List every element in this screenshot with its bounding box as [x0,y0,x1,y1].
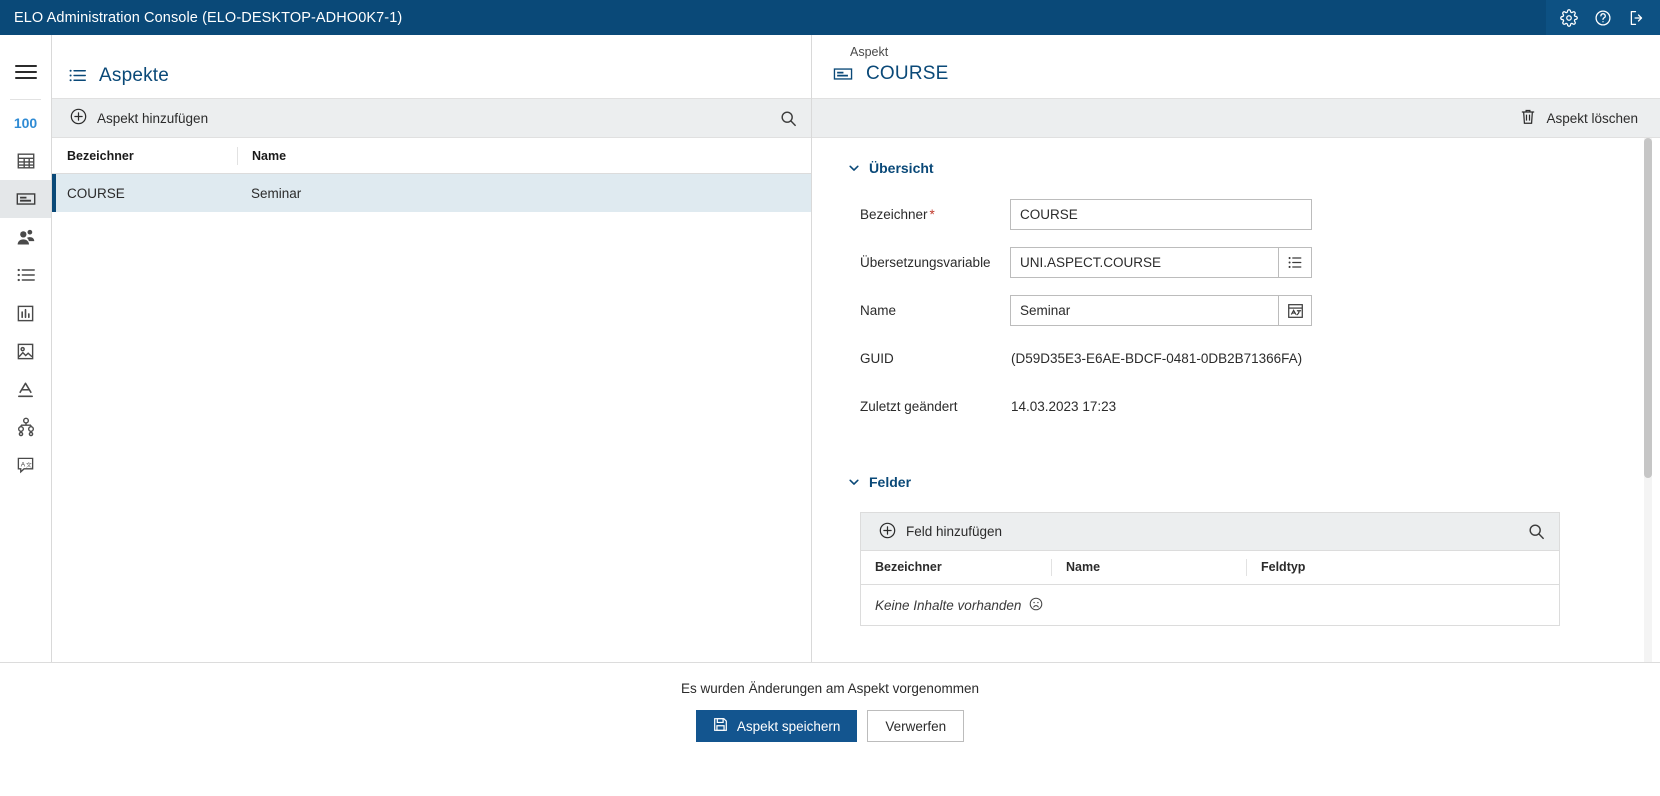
sidebar-item-table[interactable] [0,142,51,180]
add-aspect-button[interactable]: Aspekt hinzufügen [70,108,208,128]
section-title-uebersicht: Übersicht [869,160,934,176]
detail-toolbar: Aspekt löschen [812,99,1660,138]
label-bezeichner: Bezeichner * [860,207,1010,222]
column-header-name[interactable]: Name [237,146,811,165]
label-guid: GUID [860,351,894,366]
empty-state-text: Keine Inhalte vorhanden [875,597,1022,613]
page-title: Aspekte [99,64,170,86]
svg-text:A: A [21,461,26,468]
field-row-uebersetzungsvariable: Übersetzungsvariable [812,246,1652,279]
section-title-felder: Felder [869,474,912,490]
sidebar-item-reports[interactable] [0,294,51,332]
search-icon[interactable] [780,110,797,127]
column-header-bezeichner[interactable]: Bezeichner [52,149,237,163]
titlebar-actions [1546,0,1660,35]
field-row-bezeichner: Bezeichner * [812,198,1652,231]
sidebar-item-lists[interactable] [0,256,51,294]
cell-bezeichner: COURSE [67,185,125,201]
aspect-icon [832,65,854,83]
translate-icon[interactable] [1278,295,1312,326]
save-aspect-button[interactable]: Aspekt speichern [695,710,858,742]
column-header-name[interactable]: Name [1051,559,1246,576]
bezeichner-input[interactable] [1010,199,1312,230]
label-zuletzt-geaendert: Zuletzt geändert [860,399,958,414]
sidebar-item-hierarchy[interactable] [0,408,51,446]
section-header-uebersicht[interactable]: Übersicht [812,160,1652,176]
zuletzt-geaendert-value: 14.03.2023 17:23 [1011,399,1117,414]
detail-header: Aspekt COURSE [812,35,1660,99]
label-uebersetzungsvariable: Übersetzungsvariable [860,255,991,270]
cell-name: Seminar [251,185,302,201]
chevron-down-icon [848,476,860,488]
delete-aspect-button[interactable]: Aspekt löschen [1520,108,1638,128]
menu-hamburger-icon[interactable] [0,49,51,95]
uebersetzungsvariable-input[interactable] [1010,247,1278,278]
save-aspect-label: Aspekt speichern [736,718,841,734]
rail-divider [10,99,41,100]
svg-text:文: 文 [26,461,32,469]
save-icon [713,717,728,735]
breadcrumb: Aspekt [850,45,889,59]
plus-circle-icon [879,522,896,542]
aspects-panel-header: Aspekte [52,53,811,99]
label-bezeichner-text: Bezeichner [860,207,928,222]
detail-title: COURSE [866,63,949,84]
sidebar-item-fonts[interactable] [0,370,51,408]
field-row-zuletzt-geaendert: Zuletzt geändert 14.03.2023 17:23 [812,390,1652,423]
discard-button[interactable]: Verwerfen [867,710,965,742]
fields-table-header: Bezeichner Name Feldtyp [861,551,1559,585]
add-field-label: Feld hinzufügen [906,524,1003,539]
delete-aspect-label: Aspekt löschen [1546,110,1638,126]
list-picker-icon[interactable] [1278,247,1312,278]
name-input[interactable] [1010,295,1278,326]
section-header-felder[interactable]: Felder [812,474,1652,490]
unsaved-changes-message: Es wurden Änderungen am Aspekt vorgenomm… [681,681,979,696]
column-header-bezeichner[interactable]: Bezeichner [861,559,1051,576]
detail-title-row: COURSE [832,63,1660,85]
add-aspect-label: Aspekt hinzufügen [97,110,209,126]
fields-empty-state: Keine Inhalte vorhanden [861,585,1559,625]
table-row[interactable]: COURSE Seminar [52,174,811,212]
list-icon [68,67,87,84]
window-title-bar: ELO Administration Console (ELO-DESKTOP-… [0,0,1660,35]
search-icon[interactable] [1528,523,1545,540]
sidebar-item-aspects[interactable] [0,180,51,218]
aspects-table-header: Bezeichner Name [52,138,811,174]
sidebar-item-users[interactable] [0,218,51,256]
fields-subtable: Feld hinzufügen Bezeichner Name Feldtyp … [860,512,1560,626]
bottom-bar-actions: Aspekt speichern Verwerfen [695,710,965,742]
sad-face-icon [1029,597,1043,614]
help-icon[interactable] [1586,0,1620,35]
window-title: ELO Administration Console (ELO-DESKTOP-… [14,9,403,26]
settings-icon[interactable] [1552,0,1586,35]
plus-circle-icon [70,108,87,128]
add-field-button[interactable]: Feld hinzufügen [879,522,1002,542]
rail-badge-count[interactable]: 100 [0,104,51,142]
logout-icon[interactable] [1620,0,1654,35]
trash-icon [1520,108,1536,128]
aspects-toolbar: Aspekt hinzufügen [52,99,811,138]
sidebar-item-masks[interactable] [0,332,51,370]
column-header-feldtyp[interactable]: Feldtyp [1246,559,1559,576]
sidebar-item-translations[interactable]: A 文 [0,446,51,484]
unsaved-changes-bar: Es wurden Änderungen am Aspekt vorgenomm… [0,662,1660,796]
guid-value: (D59D35E3-E6AE-BDCF-0481-0DB2B71366FA) [1011,351,1303,366]
label-name: Name [860,303,897,318]
required-asterisk: * [929,207,935,222]
chevron-down-icon [848,162,860,174]
field-row-name: Name [812,294,1652,327]
detail-content: Übersicht Bezeichner* Übersetzungsvariab… [812,138,1652,626]
fields-toolbar: Feld hinzufügen [861,513,1559,551]
field-row-guid: GUID (D59D35E3-E6AE-BDCF-0481-0DB2B71366… [812,342,1652,375]
scrollbar-thumb[interactable] [1644,138,1652,478]
